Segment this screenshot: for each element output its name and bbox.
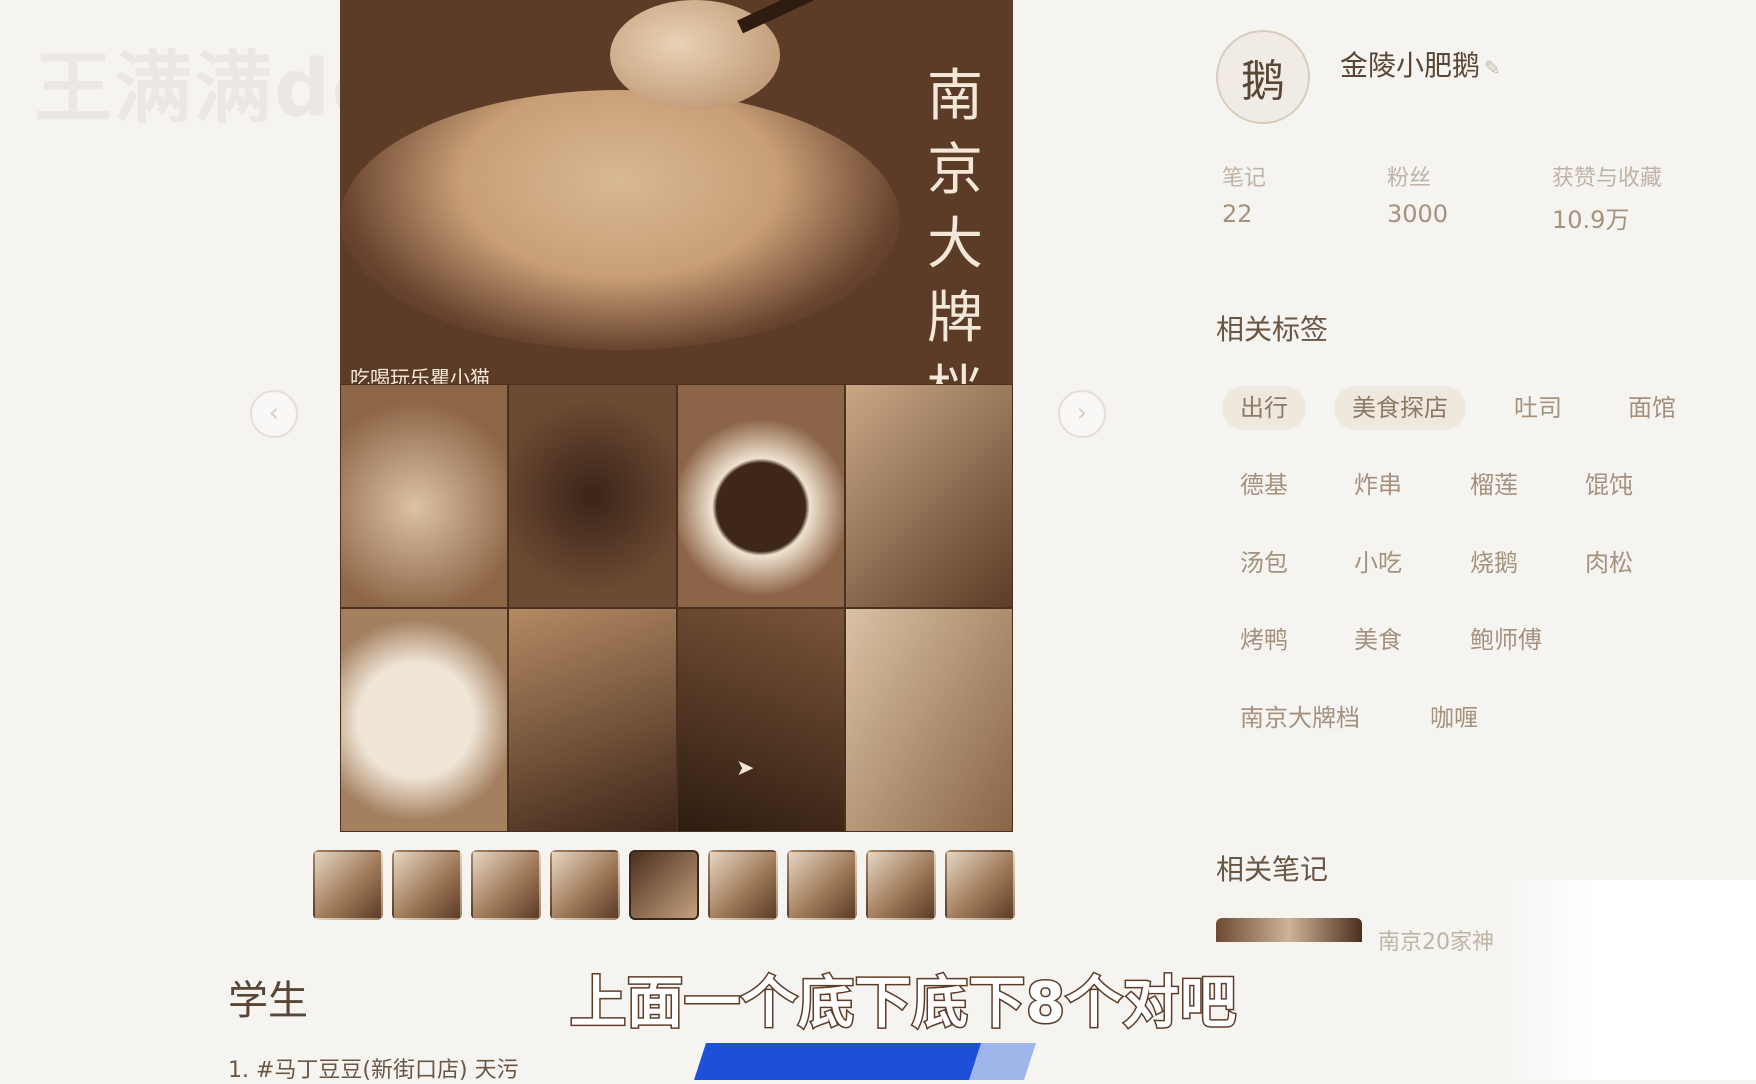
next-image-button[interactable]: › (1058, 390, 1106, 438)
stat-notes: 笔记 22 (1222, 160, 1387, 235)
author-name[interactable]: 金陵小肥鹅 ✎ (1340, 44, 1501, 84)
food-photo (844, 608, 1013, 832)
related-note-thumbnail[interactable] (1216, 918, 1362, 942)
author-stats: 笔记 22 粉丝 3000 获赞与收藏 10.9万 (1222, 160, 1717, 235)
tag-chip[interactable]: 鲍师傅 (1452, 618, 1560, 662)
watermark-text: 王满满de (34, 44, 387, 134)
related-note-title[interactable]: 南京20家神 (1378, 924, 1494, 956)
image-thumbnail-strip (313, 850, 1015, 920)
steamer-basket-image (340, 90, 900, 350)
image-thumbnail[interactable] (550, 850, 620, 920)
stat-label: 笔记 (1222, 166, 1267, 191)
image-thumbnail[interactable] (708, 850, 778, 920)
tag-chip[interactable]: 面馆 (1610, 386, 1694, 430)
tag-chip[interactable]: 馄饨 (1567, 463, 1651, 507)
stat-value: 22 (1222, 200, 1253, 228)
stat-likes: 获赞与收藏 10.9万 (1552, 160, 1717, 235)
mouse-cursor-icon: ➤ (736, 756, 755, 781)
food-photo (508, 384, 677, 608)
image-thumbnail[interactable] (313, 850, 383, 920)
note-main-image[interactable]: 南京大牌档 吃喝玩乐瞿小猫 (340, 0, 1013, 832)
stat-value: 10.9万 (1552, 206, 1630, 234)
tag-chip[interactable]: 吐司 (1496, 386, 1580, 430)
image-thumbnail[interactable] (945, 850, 1015, 920)
tag-chip[interactable]: 烤鸭 (1222, 618, 1306, 662)
food-photo-grid (340, 384, 1013, 832)
tag-chip[interactable]: 出行 (1222, 386, 1306, 430)
verified-icon: ✎ (1484, 56, 1501, 80)
image-thumbnail[interactable] (471, 850, 541, 920)
image-thumbnail[interactable] (866, 850, 936, 920)
stat-fans: 粉丝 3000 (1387, 160, 1552, 235)
tag-chip[interactable]: 烧鹅 (1452, 541, 1536, 585)
related-notes-heading: 相关笔记 (1216, 853, 1329, 886)
tag-chip[interactable]: 德基 (1222, 463, 1306, 507)
food-photo (508, 608, 677, 832)
food-photo (676, 608, 845, 832)
caption-bar-accent (968, 1043, 1037, 1080)
tag-chip[interactable]: 美食探店 (1334, 386, 1466, 430)
food-photo (844, 384, 1013, 608)
tag-chip[interactable]: 南京大牌档 (1222, 696, 1378, 740)
tag-chip[interactable]: 美食 (1336, 618, 1420, 662)
scroll-fade-overlay (1490, 880, 1756, 1080)
caption-bar (693, 1043, 987, 1080)
note-title: 学生 (228, 978, 308, 1024)
food-photo (340, 608, 509, 832)
image-thumbnail[interactable] (392, 850, 462, 920)
author-name-text[interactable]: 金陵小肥鹅 (1340, 49, 1480, 82)
related-tags-heading: 相关标签 (1216, 313, 1329, 346)
image-thumbnail-active[interactable] (629, 850, 699, 920)
stat-label: 粉丝 (1387, 166, 1432, 191)
image-thumbnail[interactable] (787, 850, 857, 920)
avatar[interactable]: 鹅 (1216, 30, 1310, 124)
prev-image-button[interactable]: ‹ (250, 390, 298, 438)
image-title-vertical: 南京大牌档 (927, 64, 983, 425)
tag-chip[interactable]: 小吃 (1336, 541, 1420, 585)
tag-chip[interactable]: 榴莲 (1452, 463, 1536, 507)
tag-chip[interactable]: 肉松 (1567, 541, 1651, 585)
stat-value: 3000 (1387, 200, 1449, 228)
author-header[interactable]: 鹅 金陵小肥鹅 ✎ (1216, 30, 1501, 124)
food-photo (340, 384, 509, 608)
tag-chip[interactable]: 咖喱 (1412, 696, 1496, 740)
tag-chip[interactable]: 炸串 (1336, 463, 1420, 507)
note-body-text: 1. #马丁豆豆(新街口店) 天污 (228, 1058, 519, 1083)
stat-label: 获赞与收藏 (1552, 166, 1663, 191)
video-caption: 上面一个底下底下8个对吧 (569, 970, 1238, 1038)
food-photo (676, 384, 845, 608)
tag-chip[interactable]: 汤包 (1222, 541, 1306, 585)
